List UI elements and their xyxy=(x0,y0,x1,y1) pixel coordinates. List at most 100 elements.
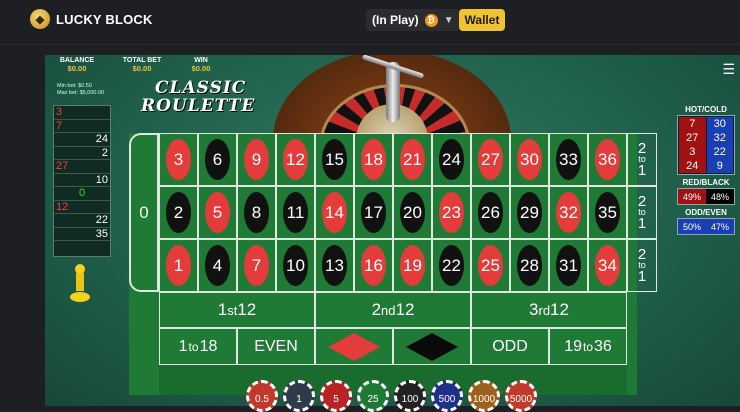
dolly-marker-icon[interactable] xyxy=(69,263,91,303)
number-19[interactable]: 19 xyxy=(393,239,432,292)
number-13[interactable]: 13 xyxy=(315,239,354,292)
wallet-button[interactable]: Wallet xyxy=(459,9,505,31)
bet-limits: Min bet: $0.50 Max bet: $5,000.00 xyxy=(57,83,104,97)
dozen-1st-bet[interactable]: 1st 12 xyxy=(159,292,315,328)
number-17-label: 17 xyxy=(361,192,386,233)
cold-numbers: 30 32 22 9 xyxy=(706,117,733,173)
number-4[interactable]: 4 xyxy=(198,239,237,292)
number-28[interactable]: 28 xyxy=(510,239,549,292)
number-32[interactable]: 32 xyxy=(549,186,588,239)
red-bet[interactable] xyxy=(315,328,393,365)
number-26[interactable]: 26 xyxy=(471,186,510,239)
number-21-label: 21 xyxy=(400,139,425,180)
title-line-2: ROULETTE xyxy=(141,96,256,116)
number-9-label: 9 xyxy=(244,139,269,180)
number-6[interactable]: 6 xyxy=(198,133,237,186)
number-3[interactable]: 3 xyxy=(159,133,198,186)
chip-5000[interactable]: 5000 xyxy=(505,380,537,412)
number-24[interactable]: 24 xyxy=(432,133,471,186)
number-15[interactable]: 15 xyxy=(315,133,354,186)
dozen-2-suffix: nd xyxy=(381,302,396,318)
history-item: 24 xyxy=(54,133,110,147)
odd-percent: 50% xyxy=(678,219,706,234)
betting-table: 0 3 6 9 12 15 18 21 24 27 30 33 36 2 5 8 11 14 17 20 23 26 29… xyxy=(129,133,657,395)
number-33[interactable]: 33 xyxy=(549,133,588,186)
number-29[interactable]: 29 xyxy=(510,186,549,239)
chip-0.5[interactable]: 0.5 xyxy=(246,380,278,412)
number-19-label: 19 xyxy=(400,245,425,286)
number-15-label: 15 xyxy=(322,139,347,180)
number-14[interactable]: 14 xyxy=(315,186,354,239)
chip-label: 1 xyxy=(296,394,302,405)
hot-cold-title: HOT/COLD xyxy=(685,105,727,114)
number-25[interactable]: 25 xyxy=(471,239,510,292)
chip-label: 25 xyxy=(367,394,379,405)
odd-bet[interactable]: ODD xyxy=(471,328,549,365)
number-20-label: 20 xyxy=(400,192,425,233)
number-8[interactable]: 8 xyxy=(237,186,276,239)
number-36[interactable]: 36 xyxy=(588,133,627,186)
column-bet-top[interactable]: 2 to 1 xyxy=(627,133,657,186)
number-16-label: 16 xyxy=(361,245,386,286)
total-bet-stat: TOTAL BET $0.00 xyxy=(117,57,167,73)
number-20[interactable]: 20 xyxy=(393,186,432,239)
chip-100[interactable]: 100 xyxy=(394,380,426,412)
number-7[interactable]: 7 xyxy=(237,239,276,292)
number-22[interactable]: 22 xyxy=(432,239,471,292)
history-item: 12 xyxy=(54,201,110,214)
number-9[interactable]: 9 xyxy=(237,133,276,186)
title-line-1: CLASSIC xyxy=(155,78,247,98)
number-2[interactable]: 2 xyxy=(159,186,198,239)
number-23[interactable]: 23 xyxy=(432,186,471,239)
chip-1[interactable]: 1 xyxy=(283,380,315,412)
number-11[interactable]: 11 xyxy=(276,186,315,239)
number-5[interactable]: 5 xyxy=(198,186,237,239)
column-bet-middle[interactable]: 2 to 1 xyxy=(627,186,657,239)
low-1-18-bet[interactable]: 1 to 18 xyxy=(159,328,237,365)
dozen-3-num: 3 xyxy=(529,300,539,319)
number-26-label: 26 xyxy=(478,192,503,233)
number-27[interactable]: 27 xyxy=(471,133,510,186)
number-18[interactable]: 18 xyxy=(354,133,393,186)
number-10[interactable]: 10 xyxy=(276,239,315,292)
even-bet[interactable]: EVEN xyxy=(237,328,315,365)
number-16[interactable]: 16 xyxy=(354,239,393,292)
dozen-2nd-bet[interactable]: 2nd 12 xyxy=(315,292,471,328)
number-1[interactable]: 1 xyxy=(159,239,198,292)
column-bet-bottom[interactable]: 2 to 1 xyxy=(627,239,657,292)
dozen-3rd-bet[interactable]: 3rd 12 xyxy=(471,292,627,328)
number-17[interactable]: 17 xyxy=(354,186,393,239)
win-value: $0.00 xyxy=(191,64,211,73)
dozen-3-twelve: 12 xyxy=(550,300,569,319)
chip-1000[interactable]: 1000 xyxy=(468,380,500,412)
number-34[interactable]: 34 xyxy=(588,239,627,292)
number-31-label: 31 xyxy=(556,245,581,286)
chip-5[interactable]: 5 xyxy=(320,380,352,412)
number-33-label: 33 xyxy=(556,139,581,180)
high-19-36-bet[interactable]: 19 to 36 xyxy=(549,328,627,365)
hamburger-menu-icon[interactable]: ☰ xyxy=(722,61,735,78)
odd-label: ODD xyxy=(492,337,528,355)
currency-selector[interactable]: (In Play) ₿ ▼ xyxy=(366,9,460,31)
red-diamond-icon xyxy=(328,332,380,361)
number-31[interactable]: 31 xyxy=(549,239,588,292)
number-22-label: 22 xyxy=(439,245,464,286)
chip-label: 100 xyxy=(401,394,419,405)
chip-25[interactable]: 25 xyxy=(357,380,389,412)
number-12[interactable]: 12 xyxy=(276,133,315,186)
number-29-label: 29 xyxy=(517,192,542,233)
hot-number: 27 xyxy=(679,131,706,145)
cold-number: 32 xyxy=(706,131,733,145)
number-30[interactable]: 30 xyxy=(510,133,549,186)
number-35[interactable]: 35 xyxy=(588,186,627,239)
chip-label: 5 xyxy=(333,394,339,405)
number-21[interactable]: 21 xyxy=(393,133,432,186)
bitcoin-icon: ₿ xyxy=(424,13,438,27)
number-2-label: 2 xyxy=(166,192,191,233)
number-0[interactable]: 0 xyxy=(129,133,159,292)
max-bet: Max bet: $5,000.00 xyxy=(57,90,105,96)
chip-500[interactable]: 500 xyxy=(431,380,463,412)
logo[interactable]: ◆ LUCKY BLOCK xyxy=(30,9,153,29)
number-24-label: 24 xyxy=(439,139,464,180)
black-bet[interactable] xyxy=(393,328,471,365)
